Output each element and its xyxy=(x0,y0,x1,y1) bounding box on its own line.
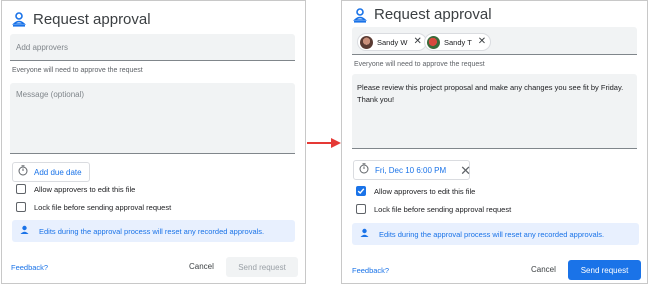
approvers-input[interactable]: Sandy W ✕ Sandy T ✕ xyxy=(352,27,637,55)
message-text: Please review this project proposal and … xyxy=(357,83,624,104)
due-date-label: Fri, Dec 10 6:00 PM xyxy=(375,165,447,175)
request-approval-dialog-empty: Request approval Add approvers Everyone … xyxy=(1,0,306,284)
approve-hint: Everyone will need to approve the reques… xyxy=(354,61,485,68)
timer-icon xyxy=(359,161,369,179)
approver-name: Sandy T xyxy=(444,37,472,47)
lock-file-label: Lock file before sending approval reques… xyxy=(374,204,512,214)
approve-hint: Everyone will need to approve the reques… xyxy=(12,67,143,74)
feedback-link[interactable]: Feedback? xyxy=(11,263,48,272)
person-info-icon xyxy=(360,225,369,243)
approver-chip: Sandy W ✕ xyxy=(357,33,427,51)
info-text: Edits during the approval process will r… xyxy=(39,226,265,236)
close-icon[interactable]: ✕ xyxy=(413,37,421,47)
checkmark-icon xyxy=(357,188,365,195)
feedback-link[interactable]: Feedback? xyxy=(352,266,389,275)
lock-file-checkbox[interactable] xyxy=(356,204,366,214)
message-placeholder: Message (optional) xyxy=(16,90,85,99)
approvers-placeholder: Add approvers xyxy=(16,43,69,52)
right-arrow-icon xyxy=(307,136,341,150)
message-textarea[interactable]: Please review this project proposal and … xyxy=(352,74,637,149)
allow-edit-label: Allow approvers to edit this file xyxy=(374,186,476,196)
approval-person-icon xyxy=(12,11,26,27)
allow-edit-label: Allow approvers to edit this file xyxy=(34,184,136,194)
lock-file-option[interactable]: Lock file before sending approval reques… xyxy=(356,204,511,214)
due-date-button[interactable]: Fri, Dec 10 6:00 PM ✕ xyxy=(353,160,471,180)
avatar xyxy=(360,35,373,49)
cancel-button[interactable]: Cancel xyxy=(189,262,214,271)
allow-edit-option[interactable]: Allow approvers to edit this file xyxy=(16,184,135,194)
close-icon[interactable]: ✕ xyxy=(460,164,471,177)
message-textarea[interactable]: Message (optional) xyxy=(10,83,295,154)
allow-edit-option[interactable]: Allow approvers to edit this file xyxy=(356,186,475,196)
request-approval-dialog-filled: Request approval Sandy W ✕ Sandy T ✕ Eve… xyxy=(341,0,648,284)
dialog-title: Request approval xyxy=(33,11,151,28)
allow-edit-checkbox[interactable] xyxy=(356,186,366,196)
info-text: Edits during the approval process will r… xyxy=(379,229,605,239)
info-banner: Edits during the approval process will r… xyxy=(12,220,295,242)
allow-edit-checkbox[interactable] xyxy=(16,184,26,194)
approvers-input[interactable]: Add approvers xyxy=(10,34,295,61)
send-request-button[interactable]: Send request xyxy=(568,260,641,280)
add-due-date-button[interactable]: Add due date xyxy=(12,162,90,182)
timer-icon xyxy=(18,163,28,181)
approval-person-icon xyxy=(353,7,367,23)
due-date-label: Add due date xyxy=(34,167,82,177)
dialog-title: Request approval xyxy=(374,6,492,23)
avatar xyxy=(427,35,440,49)
person-info-icon xyxy=(20,222,29,240)
lock-file-checkbox[interactable] xyxy=(16,202,26,212)
info-banner: Edits during the approval process will r… xyxy=(352,223,639,245)
approver-chip: Sandy T ✕ xyxy=(424,33,492,51)
close-icon[interactable]: ✕ xyxy=(478,37,486,47)
send-request-button[interactable]: Send request xyxy=(226,257,298,277)
cancel-button[interactable]: Cancel xyxy=(531,265,556,274)
approver-name: Sandy W xyxy=(377,37,408,47)
lock-file-option[interactable]: Lock file before sending approval reques… xyxy=(16,202,171,212)
lock-file-label: Lock file before sending approval reques… xyxy=(34,202,172,212)
